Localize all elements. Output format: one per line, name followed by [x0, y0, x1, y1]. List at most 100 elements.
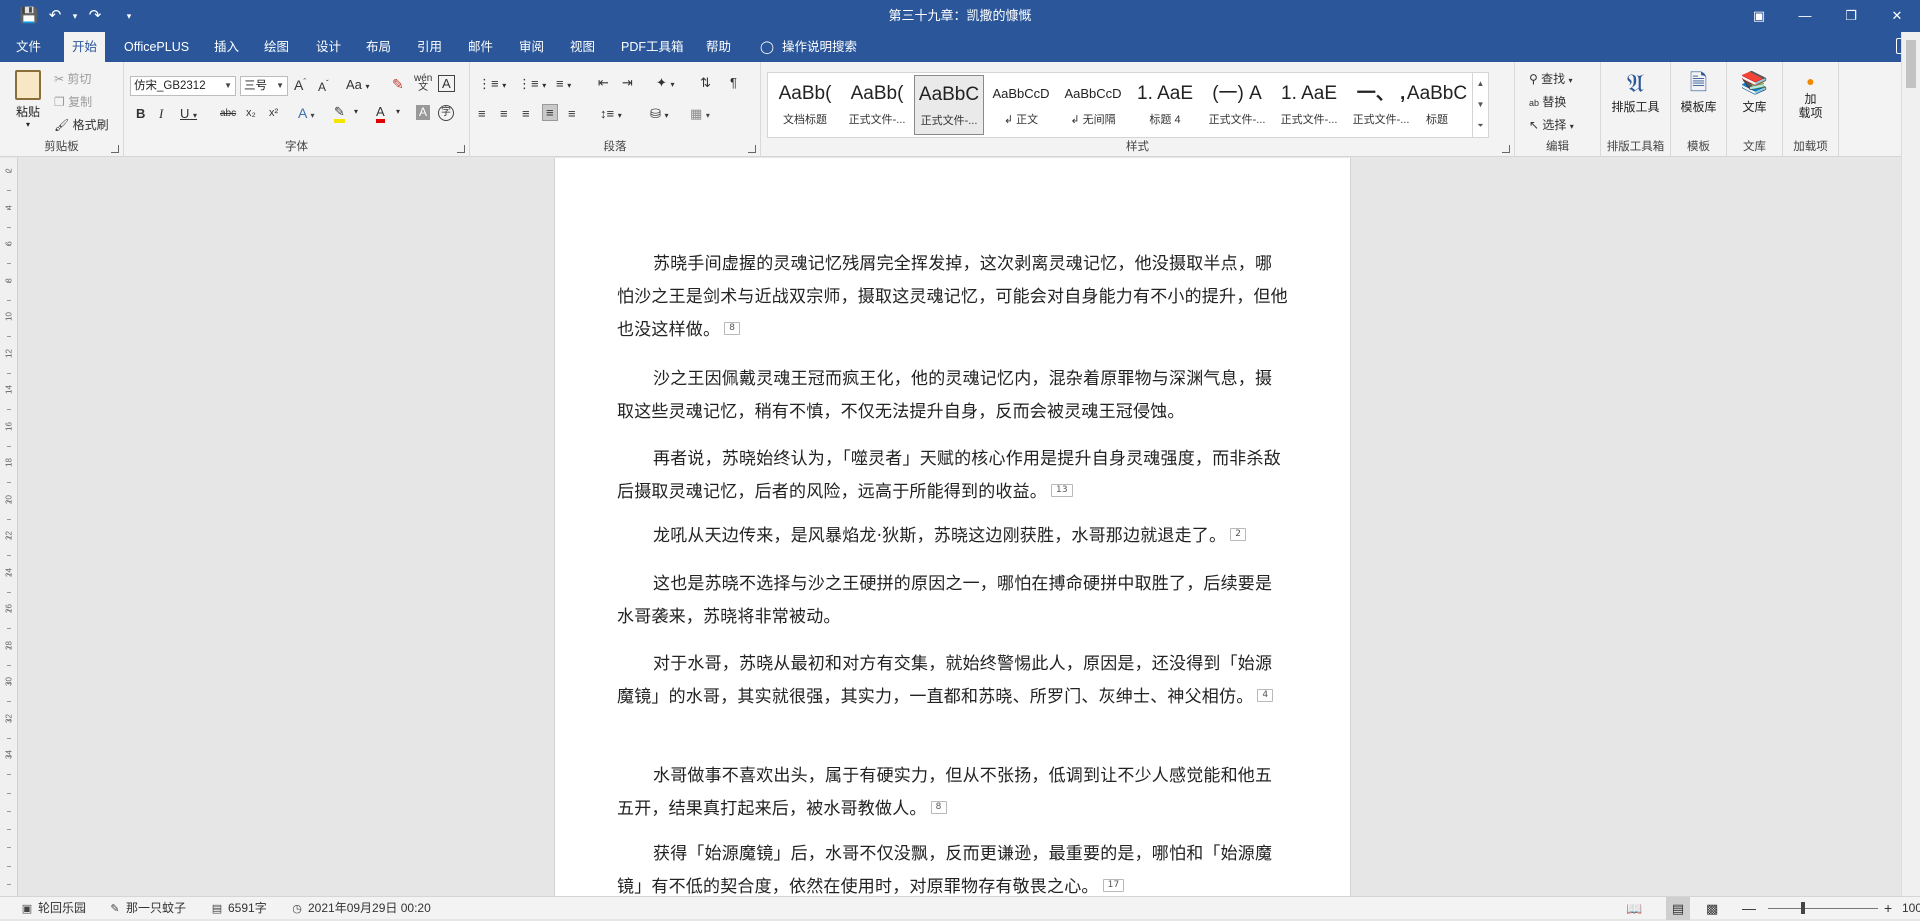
align-right-button[interactable]: ≡	[522, 106, 530, 121]
enclose-character-button[interactable]: 字	[438, 105, 454, 121]
zoom-level[interactable]: 100%	[1902, 897, 1920, 920]
cut-button[interactable]: ✂ 剪切	[54, 70, 91, 87]
select-button[interactable]: ↖ 选择 ▾	[1529, 116, 1574, 133]
ribbon-display-icon[interactable]: ▣	[1736, 0, 1782, 32]
tab-design[interactable]: 设计	[308, 32, 349, 62]
character-border-button[interactable]: A	[438, 75, 455, 92]
comment-count-badge[interactable]: 17	[1102, 878, 1125, 892]
scroll-up-icon[interactable]: ▲	[1473, 73, 1488, 94]
font-color-dropdown[interactable]: ▾	[396, 107, 400, 116]
style-item[interactable]: AaBb(文档标题	[770, 75, 840, 135]
font-launcher-icon[interactable]	[457, 145, 465, 153]
line-spacing-button[interactable]: ↕≡ ▾	[600, 106, 622, 121]
comment-count-badge[interactable]: 8	[930, 800, 947, 814]
styles-launcher-icon[interactable]	[1502, 145, 1510, 153]
body-paragraph[interactable]: 苏晓手间虚握的灵魂记忆残屑完全挥发掉，这次剥离灵魂记忆，他没摄取半点，哪怕沙之王…	[617, 248, 1289, 347]
tab-view[interactable]: 视图	[562, 32, 603, 62]
distributed-button[interactable]: ≡	[568, 106, 576, 121]
tab-insert[interactable]: 插入	[206, 32, 247, 62]
phonetic-guide-button[interactable]: wén 文	[414, 74, 432, 93]
sort-button[interactable]: ⇅	[700, 75, 711, 91]
tab-mailings[interactable]: 邮件	[460, 32, 501, 62]
subscript-button[interactable]: x₂	[246, 107, 256, 119]
text-effects-button[interactable]: A ▾	[298, 105, 314, 121]
replace-button[interactable]: ab 替换	[1529, 93, 1566, 110]
numbering-button[interactable]: ⋮≡ ▾	[518, 76, 546, 92]
tab-review[interactable]: 审阅	[511, 32, 552, 62]
change-case-button[interactable]: Aa ▾	[346, 77, 370, 92]
tab-officeplus[interactable]: OfficePLUS	[116, 32, 197, 62]
close-icon[interactable]: ✕	[1874, 0, 1920, 32]
vertical-scrollbar[interactable]	[1901, 32, 1920, 896]
redo-icon[interactable]: ↷	[84, 5, 106, 27]
zoom-in-icon[interactable]: +	[1884, 897, 1892, 920]
clear-format-button[interactable]: ✎	[392, 76, 404, 93]
copy-button[interactable]: ❐ 复制	[54, 93, 92, 110]
zoom-out-icon[interactable]: —	[1742, 897, 1756, 920]
paragraph-launcher-icon[interactable]	[748, 145, 756, 153]
style-item[interactable]: AaBbCcD ↲ 无间隔	[1058, 75, 1128, 135]
superscript-button[interactable]: x²	[269, 107, 278, 119]
template-library-button[interactable]: 🗎 模板库	[1671, 68, 1726, 115]
style-item[interactable]: AaBbCcD ↲ 正文	[986, 75, 1056, 135]
shading-button[interactable]: ⛁ ▾	[650, 106, 669, 122]
font-color-button[interactable]: A	[376, 105, 385, 123]
format-painter-button[interactable]: 🖌 格式刷	[54, 116, 109, 133]
highlight-dropdown[interactable]: ▾	[354, 107, 358, 116]
style-item[interactable]: (一) A 正式文件-...	[1202, 75, 1272, 135]
style-item[interactable]: AaBbC 标题	[1402, 75, 1472, 135]
comment-count-badge[interactable]: 2	[1230, 527, 1247, 541]
justify-button[interactable]: ≡	[542, 104, 558, 121]
borders-button[interactable]: ▦ ▾	[690, 106, 710, 122]
asian-layout-button[interactable]: ✦ ▾	[656, 75, 675, 91]
font-name-combo[interactable]: 仿宋_GB2312 ▼	[130, 76, 236, 96]
style-item[interactable]: 1. AaE 标题 4	[1130, 75, 1200, 135]
status-word-count[interactable]: ▤ 6591字	[210, 897, 267, 920]
web-layout-icon[interactable]: ▩	[1706, 897, 1718, 920]
body-paragraph[interactable]: 龙吼从天边传来，是风暴焰龙·狄斯，苏晓这边刚获胜，水哥那边就退走了。 2	[617, 520, 1289, 553]
library-button[interactable]: 📚 文库	[1727, 68, 1782, 115]
body-paragraph[interactable]: 这也是苏晓不选择与沙之王硬拼的原因之一，哪怕在搏命硬拼中取胜了，后续要是水哥袭来…	[617, 568, 1289, 634]
more-styles-icon[interactable]: ⏷	[1473, 115, 1488, 136]
tab-layout[interactable]: 布局	[358, 32, 399, 62]
style-item[interactable]: 1. AaE 正式文件-...	[1274, 75, 1344, 135]
comment-count-badge[interactable]: 8	[724, 321, 741, 335]
tab-file[interactable]: 文件	[8, 32, 49, 62]
tab-help[interactable]: 帮助	[698, 32, 739, 62]
body-paragraph[interactable]: 对于水哥，苏晓从最初和对方有交集，就始终警惕此人，原因是，还没得到「始源魔镜」的…	[617, 648, 1289, 714]
read-mode-icon[interactable]: 📖	[1626, 897, 1642, 920]
undo-icon[interactable]: ↶	[44, 5, 66, 27]
comment-count-badge[interactable]: 4	[1257, 688, 1274, 702]
align-left-button[interactable]: ≡	[478, 106, 486, 121]
underline-button[interactable]: U ▾	[180, 106, 197, 121]
grow-font-button[interactable]: Aˆ	[294, 77, 306, 93]
minimize-icon[interactable]: —	[1782, 0, 1828, 32]
font-size-combo[interactable]: 三号 ▼	[240, 76, 288, 96]
style-item-selected[interactable]: AaBbC 正式文件-...	[914, 75, 984, 135]
tab-references[interactable]: 引用	[409, 32, 450, 62]
show-marks-button[interactable]: ¶	[730, 75, 737, 90]
find-button[interactable]: ⚲ 查找 ▾	[1529, 70, 1573, 87]
multilevel-list-button[interactable]: ≡ ▾	[556, 76, 571, 91]
print-layout-icon[interactable]: ▤	[1666, 897, 1690, 920]
clipboard-launcher-icon[interactable]	[111, 145, 119, 153]
highlight-button[interactable]: ✎	[334, 105, 345, 123]
character-shading-button[interactable]: A	[416, 105, 431, 120]
zoom-slider[interactable]	[1768, 908, 1878, 909]
body-paragraph[interactable]: 再者说，苏晓始终认为，「噬灵者」天赋的核心作用是提升自身灵魂强度，而非杀敌后摄取…	[617, 443, 1289, 509]
bullets-button[interactable]: ⋮≡ ▾	[478, 76, 506, 92]
increase-indent-button[interactable]: ⇥	[622, 75, 633, 91]
paste-button[interactable]: 粘贴 ▾	[10, 70, 46, 129]
bold-button[interactable]: B	[136, 106, 145, 121]
addins-button[interactable]: ● 加 载项	[1783, 70, 1838, 120]
tab-draw[interactable]: 绘图	[256, 32, 297, 62]
tab-pdf-toolbox[interactable]: PDF工具箱	[613, 32, 692, 62]
scrollbar-thumb[interactable]	[1906, 40, 1916, 88]
body-paragraph[interactable]: 获得「始源魔镜」后，水哥不仅没飘，反而更谦逊，最重要的是，哪怕和「始源魔镜」有不…	[617, 838, 1289, 896]
typeset-tool-button[interactable]: 𝔄 排版工具	[1601, 68, 1670, 115]
scroll-down-icon[interactable]: ▼	[1473, 94, 1488, 115]
shrink-font-button[interactable]: Aˇ	[318, 79, 329, 94]
style-item[interactable]: AaBb(正式文件-...	[842, 75, 912, 135]
align-center-button[interactable]: ≡	[500, 106, 508, 121]
strikethrough-button[interactable]: abc	[220, 108, 236, 119]
